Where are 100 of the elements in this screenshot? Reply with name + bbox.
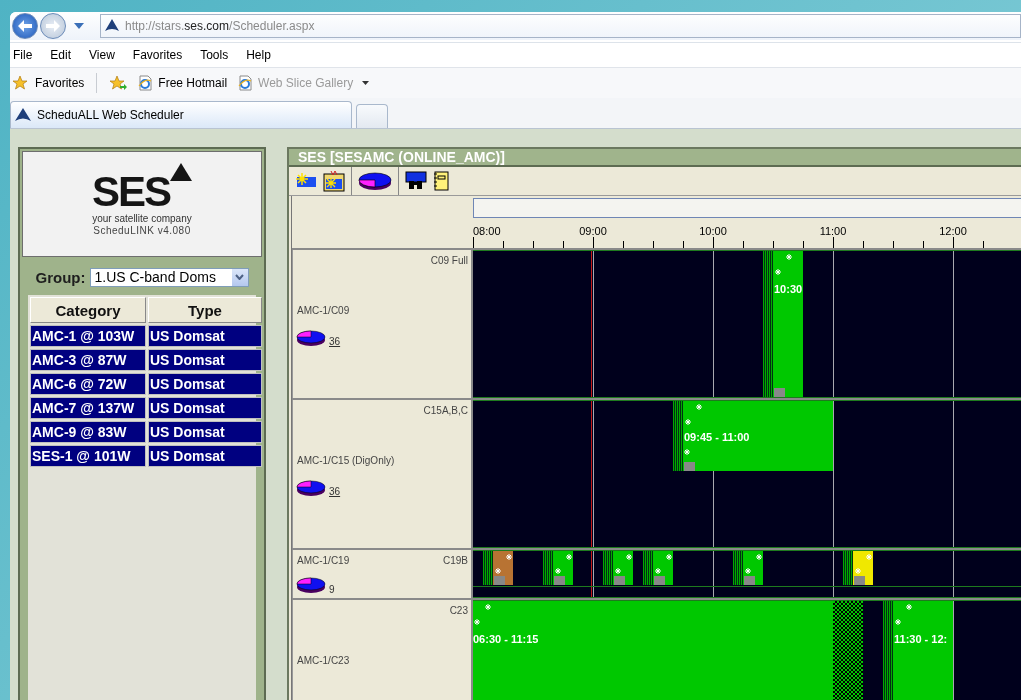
menu-item[interactable]: View — [88, 48, 125, 62]
transponder-label: C23 — [449, 605, 468, 616]
site-logo-icon — [15, 108, 31, 122]
favorites-button[interactable]: Favorites — [10, 75, 87, 91]
menu-item[interactable]: Edit — [49, 48, 82, 62]
time-tick-label: 08:00 — [473, 225, 501, 237]
table-cell[interactable]: US Domsat — [148, 397, 262, 419]
caret-icon[interactable] — [74, 23, 84, 29]
time-tick-label: 11:00 — [819, 225, 847, 237]
add-favorite-button[interactable] — [107, 75, 130, 91]
asterisk-icon — [855, 568, 861, 574]
asterisk-icon — [775, 269, 781, 275]
asterisk-icon — [615, 568, 621, 574]
logo-tagline: your satellite company — [92, 212, 192, 224]
table-cell[interactable]: AMC-6 @ 72W — [30, 373, 146, 395]
pie-chart-icon[interactable] — [358, 171, 392, 191]
pie-chart-icon — [296, 576, 326, 594]
status-square-icon — [494, 576, 505, 585]
asterisk-icon — [866, 554, 872, 560]
asterisk-icon — [566, 554, 572, 560]
menu-item[interactable]: Favorites — [131, 48, 193, 62]
arrow-right-icon — [46, 20, 60, 32]
browser-tab[interactable]: ScheduALL Web Scheduler — [10, 101, 352, 128]
site-logo-icon — [105, 19, 119, 33]
menu-item[interactable]: File — [12, 48, 43, 62]
notebook-icon[interactable] — [433, 171, 449, 191]
table-cell[interactable]: AMC-1 @ 103W — [30, 325, 146, 347]
asterisk-icon — [485, 604, 491, 610]
chevron-down-icon — [235, 274, 244, 280]
group-dropdown[interactable]: 1.US C-band Doms — [89, 267, 249, 287]
caret-icon — [362, 81, 370, 85]
table-cell[interactable]: AMC-3 @ 87W — [30, 349, 146, 371]
pie-chart-icon — [296, 479, 326, 497]
status-square-icon — [744, 576, 755, 585]
favorites-link[interactable]: Free Hotmail — [135, 75, 230, 91]
back-button[interactable] — [12, 13, 38, 39]
status-square-icon — [654, 576, 665, 585]
booking-block[interactable] — [843, 551, 873, 585]
table-cell[interactable]: US Domsat — [148, 349, 262, 371]
asterisk-icon — [745, 568, 751, 574]
time-tick-label: 12:00 — [939, 225, 967, 237]
version-label: ScheduLINK v4.080 — [93, 224, 191, 236]
transponder-label: C15A,B,C — [423, 405, 468, 416]
booking-time: 06:30 - 11:15 — [473, 633, 539, 645]
asterisk-icon — [696, 404, 702, 410]
channel-name: AMC-1/C23 — [297, 655, 350, 666]
asterisk-icon — [626, 554, 632, 560]
status-square-icon — [684, 462, 695, 471]
asterisk-icon — [895, 619, 901, 625]
booking-block[interactable] — [643, 551, 673, 585]
table-cell[interactable]: US Domsat — [148, 445, 262, 467]
count-link[interactable]: 36 — [329, 336, 341, 347]
count-label: 9 — [329, 584, 335, 595]
star-icon — [12, 75, 30, 91]
star-card-icon[interactable] — [295, 172, 317, 190]
table-cell[interactable]: SES-1 @ 101W — [30, 445, 146, 467]
booking-block[interactable] — [733, 551, 763, 585]
arrow-left-icon — [18, 20, 32, 32]
asterisk-icon — [506, 554, 512, 560]
status-square-icon — [614, 576, 625, 585]
asterisk-icon — [786, 254, 792, 260]
asterisk-icon — [555, 568, 561, 574]
group-label: Group: — [35, 268, 86, 286]
time-range-bar[interactable] — [473, 198, 1021, 218]
channel-name: AMC-1/C09 — [297, 305, 350, 316]
column-header[interactable]: Type — [148, 297, 262, 323]
pie-chart-icon — [296, 329, 326, 347]
table-cell[interactable]: US Domsat — [148, 373, 262, 395]
booking-block[interactable] — [603, 551, 633, 585]
booking-block[interactable] — [483, 551, 513, 585]
asterisk-icon — [655, 568, 661, 574]
table-cell[interactable]: US Domsat — [148, 421, 262, 443]
address-field[interactable]: http://stars.ses.com/Scheduler.aspx — [100, 14, 1021, 38]
channel-name: AMC-1/C19 — [297, 555, 350, 566]
table-cell[interactable]: US Domsat — [148, 325, 262, 347]
menu-item[interactable]: Help — [245, 48, 281, 62]
asterisk-icon — [474, 619, 480, 625]
time-tick-label: 10:00 — [699, 225, 727, 237]
asterisk-icon — [684, 449, 690, 455]
booking-block[interactable] — [543, 551, 573, 585]
asterisk-icon — [666, 554, 672, 560]
asterisk-icon — [495, 568, 501, 574]
table-cell[interactable]: AMC-7 @ 137W — [30, 397, 146, 419]
booking-time: 11:30 - 12: — [894, 633, 948, 645]
menu-item[interactable]: Tools — [199, 48, 239, 62]
current-time-line — [591, 551, 592, 597]
booking-time: 09:45 - 11:00 — [684, 431, 750, 443]
triangle-icon — [170, 162, 192, 181]
transponder-label: C19B — [443, 555, 468, 566]
channel-name: AMC-1/C15 (DigOnly) — [297, 455, 395, 466]
forward-button[interactable] — [40, 13, 66, 39]
asterisk-icon — [756, 554, 762, 560]
column-header[interactable]: Category — [30, 297, 146, 323]
monitor-icon[interactable] — [405, 171, 427, 191]
page-icon — [237, 75, 254, 91]
table-cell[interactable]: AMC-9 @ 83W — [30, 421, 146, 443]
scheduler-title: SES [SESAMC (ONLINE_AMC)] — [289, 149, 1021, 167]
asterisk-icon — [685, 419, 691, 425]
logo-wordmark: SES — [91, 172, 170, 211]
count-link[interactable]: 36 — [329, 486, 341, 497]
